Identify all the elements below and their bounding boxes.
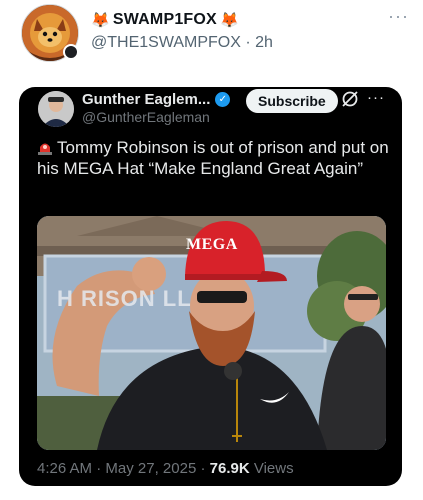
more-options-icon[interactable]: ··· — [388, 6, 409, 27]
display-name: SWAMP1FOX — [112, 11, 217, 28]
subscribe-button[interactable]: Subscribe — [246, 89, 338, 113]
embedded-author-name[interactable]: Gunther Eaglem... ✓ — [82, 91, 231, 108]
author-name[interactable]: 🦊 SWAMP1FOX 🦊 — [91, 11, 239, 29]
author-handle[interactable]: @THE1SWAMPFOX — [91, 34, 241, 51]
embedded-display-name: Gunther Eaglem... — [82, 91, 211, 108]
views-count: 76.9K — [209, 460, 250, 477]
grok-icon[interactable] — [341, 90, 359, 108]
embedded-post-text: Tommy Robinson is out of prison and put … — [37, 138, 389, 178]
siren-emoji-icon — [38, 143, 52, 155]
post-date[interactable]: May 27, 2025 — [105, 460, 196, 477]
time-ago[interactable]: 2h — [255, 34, 273, 51]
fox-emoji-icon: 🦊 — [219, 12, 239, 29]
separator-dot: · — [245, 34, 251, 51]
embedded-more-options-icon[interactable]: ··· — [367, 89, 385, 106]
background-sign-text: H RISON LL — [57, 286, 192, 311]
embedded-author-handle[interactable]: @GuntherEagleman — [82, 109, 210, 125]
post-meta: 4:26 AM · May 27, 2025 · 76.9K Views — [37, 460, 294, 477]
fox-emoji-icon: 🦊 — [91, 12, 110, 29]
verified-org-badge — [63, 44, 79, 60]
verified-check-icon: ✓ — [215, 92, 231, 107]
author-handle-line: @THE1SWAMPFOX · 2h — [91, 34, 273, 52]
views-label: Views — [253, 460, 294, 477]
embedded-post-card[interactable]: Gunther Eaglem... ✓ @GuntherEagleman Sub… — [19, 87, 402, 486]
hat-text: MEGA — [186, 236, 238, 253]
embedded-avatar[interactable] — [38, 91, 74, 127]
post-time[interactable]: 4:26 AM — [37, 460, 92, 477]
embedded-post-text-block: Tommy Robinson is out of prison and put … — [37, 137, 389, 179]
post-photo[interactable]: H RISON LL MEGA — [37, 216, 386, 450]
